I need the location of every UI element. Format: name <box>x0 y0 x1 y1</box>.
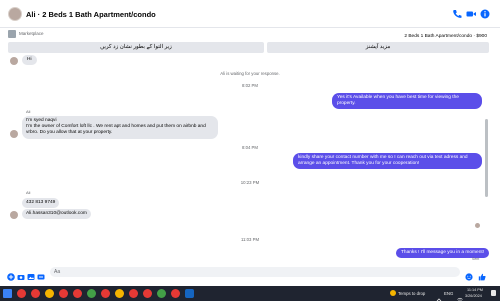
conversation-header: Ali · 2 Beds 1 Bath Apartment/condo <box>0 0 500 28</box>
message-input[interactable]: Aa <box>50 267 460 277</box>
waiting-notice: Ali is waiting for your response. <box>220 71 280 76</box>
chrome-icon[interactable] <box>45 289 54 298</box>
video-icon[interactable] <box>465 8 477 20</box>
weather-icon[interactable] <box>390 290 396 296</box>
incoming-message: I'm syed naqvi I'm the owner of Comfort … <box>22 116 218 139</box>
chrome-icon[interactable] <box>171 289 180 298</box>
chrome-icon[interactable] <box>101 289 110 298</box>
scrollbar[interactable] <box>485 119 488 197</box>
language-indicator[interactable]: ENG <box>444 291 453 296</box>
more-options-button[interactable]: مزید آپشنز <box>267 42 489 53</box>
camera-icon[interactable] <box>17 268 25 280</box>
sender-avatar <box>10 57 18 65</box>
clock-time[interactable]: 11:14 PM <box>467 288 483 292</box>
like-icon[interactable] <box>478 268 486 281</box>
chrome-icon[interactable] <box>143 289 152 298</box>
wifi-icon[interactable] <box>457 290 463 301</box>
outgoing-message: kindly share your contact number with me… <box>293 153 482 170</box>
timestamp: 8:02 PM <box>241 83 258 88</box>
chrome-icon[interactable] <box>129 289 138 298</box>
contact-avatar[interactable] <box>8 7 22 21</box>
quick-replies: زیر التوا کے بطور نشان زد کریں مزید آپشن… <box>8 42 489 53</box>
sender-avatar <box>10 211 18 219</box>
sender-name: Ali <box>26 109 31 114</box>
clock-date[interactable]: 3/26/2024 <box>465 294 482 298</box>
phone-icon[interactable] <box>451 8 463 20</box>
outgoing-message: Yes it's Available when you have best ti… <box>332 93 482 110</box>
listing-detail[interactable]: 2 Beds 1 Bath Apartment/condo · $900 <box>404 34 487 39</box>
plus-icon[interactable] <box>7 268 15 281</box>
windows-start-icon[interactable] <box>3 289 12 298</box>
chrome-icon[interactable] <box>157 289 166 298</box>
seen-avatar <box>475 223 480 228</box>
notification-icon[interactable] <box>491 290 496 296</box>
info-icon[interactable] <box>479 8 491 20</box>
listing-thumbnail[interactable] <box>8 30 16 38</box>
message-thread: Hi Ali is waiting for your response. 8:0… <box>0 54 500 261</box>
weather-text[interactable]: Temps to drop <box>398 291 425 296</box>
listing-bar: Marketplace 2 Beds 1 Bath Apartment/cond… <box>0 28 500 41</box>
gif-icon[interactable] <box>37 268 45 280</box>
conversation-title[interactable]: Ali · 2 Beds 1 Bath Apartment/condo <box>26 10 156 19</box>
chrome-icon[interactable] <box>115 289 124 298</box>
timestamp: 10:23 PM <box>240 180 260 185</box>
incoming-message: Hi <box>22 55 37 66</box>
incoming-message: Ali.hassan310@outlook.com <box>22 209 91 220</box>
chrome-icon[interactable] <box>87 289 96 298</box>
timestamp: 11:03 PM <box>240 237 260 242</box>
composer: Aa <box>0 264 500 281</box>
sent-status: Sent <box>472 257 480 261</box>
chrome-icon[interactable] <box>31 289 40 298</box>
sender-name: Ali <box>26 190 31 195</box>
marketplace-label: Marketplace <box>19 31 44 36</box>
image-icon[interactable] <box>27 268 35 280</box>
sender-avatar <box>10 130 18 138</box>
timestamp: 8:04 PM <box>241 145 258 150</box>
mark-pending-button[interactable]: زیر التوا کے بطور نشان زد کریں <box>8 42 264 53</box>
windows-taskbar: Temps to drop ENG 11:14 PM 3/26/2024 <box>0 286 500 301</box>
app-icon[interactable] <box>185 289 194 298</box>
emoji-icon[interactable] <box>465 268 473 281</box>
chrome-icon[interactable] <box>17 289 26 298</box>
chevron-up-icon[interactable] <box>436 290 442 301</box>
chrome-icon[interactable] <box>59 289 68 298</box>
chrome-icon[interactable] <box>73 289 82 298</box>
incoming-message: 432 813 9749 <box>22 198 60 209</box>
